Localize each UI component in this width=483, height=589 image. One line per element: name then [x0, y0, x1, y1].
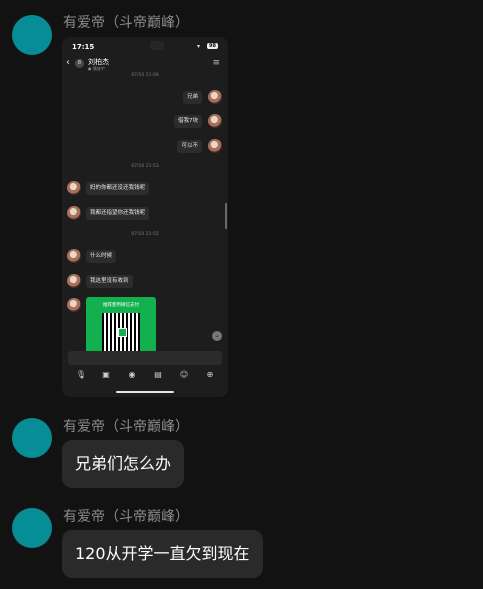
sender-name: 有爱帝（斗帝巅峰） [63, 419, 189, 435]
incoming-message: 我都还指望你还我钱呢 [86, 207, 150, 220]
self-avatar [208, 139, 222, 153]
contact-avatar [67, 206, 81, 220]
home-indicator [116, 391, 174, 393]
outgoing-message: 兄弟 [182, 91, 202, 104]
sender-name: 有爱帝（斗帝巅峰） [63, 15, 189, 31]
battery-icon: 98 [207, 43, 218, 49]
phone-time: 17:15 [72, 43, 95, 51]
phone-chat-header: ‹ 8 刘柏杰 ● 播放中 ≡ [62, 55, 228, 75]
self-avatar [208, 90, 222, 104]
outgoing-message: 借我7块 [174, 115, 202, 128]
phone-toolbar: 🎙 ▣ ◉ ▤ ☺ ⊕ [62, 368, 228, 382]
contact-avatar [67, 298, 81, 312]
emoji-icon: ☺ [179, 370, 189, 379]
outgoing-message: 可以不 [177, 140, 202, 153]
contact-avatar [67, 274, 81, 288]
contact-avatar [67, 249, 81, 263]
menu-icon: ≡ [212, 58, 220, 68]
contact-status: ● 播放中 [88, 66, 105, 71]
timestamp: 07/10 21:53 [131, 164, 159, 169]
wifi-icon: ▾ [196, 43, 200, 50]
unread-badge: 8 [75, 59, 84, 68]
message-bubble[interactable]: 120从开学一直欠到现在 [62, 530, 263, 578]
message-bubble[interactable]: 兄弟们怎么办 [62, 440, 185, 488]
self-avatar [208, 114, 222, 128]
phone-scrollbar [225, 203, 227, 229]
chat-screenshot-image[interactable]: 17:15 ▾ 98 ‹ 8 刘柏杰 ● 播放中 ≡ 07/10 21:08 兄… [62, 37, 228, 397]
sender-avatar[interactable] [12, 15, 52, 55]
timestamp: 07/10 21:08 [131, 73, 159, 78]
blurred-region [150, 41, 164, 50]
incoming-message: 什么时候 [86, 250, 117, 263]
timestamp: 07/10 21:55 [131, 232, 159, 237]
sender-avatar[interactable] [12, 418, 52, 458]
wechat-pay-qr-card: 推荐使用微信支付 [86, 297, 156, 353]
plus-icon: ⊕ [206, 370, 214, 379]
qr-logo-icon [118, 328, 127, 337]
camera-icon: ◉ [128, 370, 136, 379]
phone-status-bar: 17:15 ▾ 98 [62, 37, 228, 55]
microphone-icon: 🎙 [75, 370, 87, 379]
sender-avatar[interactable] [12, 508, 52, 548]
pay-card-title: 推荐使用微信支付 [103, 303, 139, 308]
sender-name: 有爱帝（斗帝巅峰） [63, 509, 189, 525]
back-arrow-icon: ‹ [66, 57, 70, 68]
phone-message-input [68, 351, 222, 365]
contact-avatar [67, 181, 81, 195]
card-icon: ▤ [154, 370, 162, 379]
scroll-down-icon: ⌄ [212, 331, 222, 341]
image-icon: ▣ [102, 370, 110, 379]
incoming-message: 我这里没有收到 [86, 275, 133, 288]
incoming-message: 妈的你都还没还我钱呢 [86, 182, 150, 195]
